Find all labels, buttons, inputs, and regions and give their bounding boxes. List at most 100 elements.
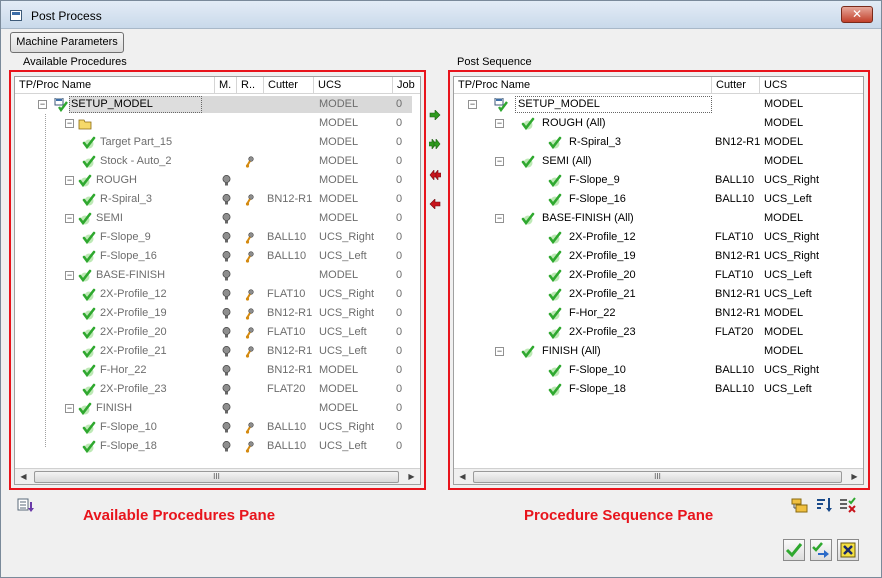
collapse-toggle-icon[interactable]: − xyxy=(65,176,74,185)
close-button[interactable]: ✕ xyxy=(841,6,873,23)
toolpath-icon xyxy=(245,251,254,263)
procedure-name: SEMI (All) xyxy=(542,155,592,167)
machine-bulb-icon xyxy=(222,270,231,281)
tree-row[interactable]: − ROUGH MODEL 0 xyxy=(15,171,420,190)
tree-row[interactable]: − SETUP_MODEL MODEL 0 xyxy=(15,95,420,114)
job-value: 0 xyxy=(396,345,403,357)
tree-row[interactable]: − BASE-FINISH (All) MODEL xyxy=(454,209,863,228)
column-header-ucs[interactable]: UCS xyxy=(314,77,393,94)
tree-row[interactable]: − SEMI (All) MODEL xyxy=(454,152,863,171)
post-sequence-list[interactable]: TP/Proc Name Cutter UCS − SETUP_MODEL MODE… xyxy=(453,76,864,485)
tree-row[interactable]: 2X-Profile_20 FLAT10 UCS_Left 0 xyxy=(15,323,420,342)
machine-parameters-button[interactable]: Machine Parameters xyxy=(10,32,124,53)
left-horizontal-scrollbar[interactable]: ◀ III ▶ xyxy=(15,468,420,484)
procedure-name: R-Spiral_3 xyxy=(569,136,621,148)
tree-row[interactable]: F-Slope_16 BALL10 UCS_Left 0 xyxy=(15,247,420,266)
tree-row[interactable]: 2X-Profile_19 BN12-R1 UCS_Right xyxy=(454,247,863,266)
check-remove-icon[interactable] xyxy=(839,497,857,513)
ucs-value: UCS_Left xyxy=(319,326,367,338)
tree-row[interactable]: − SETUP_MODEL MODEL xyxy=(454,95,863,114)
check-icon xyxy=(548,136,562,150)
tree-row[interactable]: 2X-Profile_21 BN12-R1 UCS_Left xyxy=(454,285,863,304)
tree-row[interactable]: F-Slope_9 BALL10 UCS_Right 0 xyxy=(15,228,420,247)
collapse-toggle-icon[interactable]: − xyxy=(38,100,47,109)
tree-row[interactable]: − FINISH (All) MODEL xyxy=(454,342,863,361)
collapse-toggle-icon[interactable]: − xyxy=(495,157,504,166)
tree-row[interactable]: − ROUGH (All) MODEL xyxy=(454,114,863,133)
column-header-name[interactable]: TP/Proc Name xyxy=(15,77,215,94)
ok-button[interactable] xyxy=(783,539,805,561)
job-value: 0 xyxy=(396,117,403,129)
tree-row[interactable]: F-Slope_10 BALL10 UCS_Right xyxy=(454,361,863,380)
collapse-toggle-icon[interactable]: − xyxy=(495,119,504,128)
toolpath-icon xyxy=(245,194,254,206)
tree-row[interactable]: F-Slope_18 BALL10 UCS_Left xyxy=(454,380,863,399)
procedure-name: Stock - Auto_2 xyxy=(100,155,172,167)
machine-bulb-icon xyxy=(222,213,231,224)
right-horizontal-scrollbar[interactable]: ◀ III ▶ xyxy=(454,468,863,484)
check-icon xyxy=(82,364,96,378)
column-header-r[interactable]: R.. xyxy=(237,77,264,94)
tree-row[interactable]: − SEMI MODEL 0 xyxy=(15,209,420,228)
scroll-thumb[interactable]: III xyxy=(473,471,842,483)
tree-row[interactable]: 2X-Profile_23 FLAT20 MODEL 0 xyxy=(15,380,420,399)
tree-row[interactable]: 2X-Profile_12 FLAT10 UCS_Right 0 xyxy=(15,285,420,304)
tree-row[interactable]: F-Slope_18 BALL10 UCS_Left 0 xyxy=(15,437,420,456)
column-header-cutter[interactable]: Cutter xyxy=(712,77,760,94)
tree-row[interactable]: F-Slope_10 BALL10 UCS_Right 0 xyxy=(15,418,420,437)
cutter-value: FLAT10 xyxy=(715,231,754,243)
column-header-m[interactable]: M. xyxy=(215,77,237,94)
export-list-icon[interactable] xyxy=(17,497,35,513)
collapse-toggle-icon[interactable]: − xyxy=(468,100,477,109)
apply-button[interactable] xyxy=(810,539,832,561)
column-header-cutter[interactable]: Cutter xyxy=(264,77,314,94)
add-all-arrow-icon[interactable] xyxy=(429,139,441,149)
column-header-ucs[interactable]: UCS xyxy=(760,77,863,94)
cutter-value: BALL10 xyxy=(715,383,755,395)
remove-arrow-icon[interactable] xyxy=(429,199,441,209)
remove-all-arrow-icon[interactable] xyxy=(429,170,441,180)
sort-icon[interactable] xyxy=(815,497,833,513)
tree-row[interactable]: F-Hor_22 BN12-R1 MODEL xyxy=(454,304,863,323)
tree-row[interactable]: − FINISH MODEL 0 xyxy=(15,399,420,418)
tree-row[interactable]: F-Slope_9 BALL10 UCS_Right xyxy=(454,171,863,190)
tree-row[interactable]: R-Spiral_3 BN12-R1 MODEL 0 xyxy=(15,190,420,209)
column-header-job[interactable]: Job xyxy=(393,77,420,94)
tree-row[interactable]: Target Part_15 MODEL 0 xyxy=(15,133,420,152)
scroll-left-arrow-icon[interactable]: ◀ xyxy=(15,469,32,484)
job-value: 0 xyxy=(396,98,403,110)
collapse-toggle-icon[interactable]: − xyxy=(65,214,74,223)
tree-row[interactable]: − BASE-FINISH MODEL 0 xyxy=(15,266,420,285)
available-procedures-list[interactable]: TP/Proc Name M. R.. Cutter UCS Job − SETU… xyxy=(14,76,421,485)
tree-row[interactable]: 2X-Profile_19 BN12-R1 UCS_Right 0 xyxy=(15,304,420,323)
tree-row[interactable]: 2X-Profile_12 FLAT10 UCS_Right xyxy=(454,228,863,247)
tree-row[interactable]: Stock - Auto_2 MODEL 0 xyxy=(15,152,420,171)
collapse-toggle-icon[interactable]: − xyxy=(495,214,504,223)
collapse-toggle-icon[interactable]: − xyxy=(65,119,74,128)
collapse-toggle-icon[interactable]: − xyxy=(65,271,74,280)
column-header-name[interactable]: TP/Proc Name xyxy=(454,77,712,94)
cutter-value xyxy=(715,152,763,171)
check-icon xyxy=(78,212,92,226)
cutter-value xyxy=(715,342,763,361)
tree-row[interactable]: R-Spiral_3 BN12-R1 MODEL xyxy=(454,133,863,152)
tree-row[interactable]: F-Slope_16 BALL10 UCS_Left xyxy=(454,190,863,209)
tree-row[interactable]: 2X-Profile_20 FLAT10 UCS_Left xyxy=(454,266,863,285)
cutter-value xyxy=(267,171,315,190)
tree-row[interactable]: 2X-Profile_21 BN12-R1 UCS_Left 0 xyxy=(15,342,420,361)
tree-row[interactable]: − MODEL 0 xyxy=(15,114,420,133)
add-arrow-icon[interactable] xyxy=(429,110,441,120)
scroll-right-arrow-icon[interactable]: ▶ xyxy=(846,469,863,484)
cancel-button[interactable] xyxy=(837,539,859,561)
title-bar[interactable]: Post Process ✕ xyxy=(1,1,881,29)
cutter-value: BN12-R1 xyxy=(267,345,313,357)
cutter-value xyxy=(267,266,315,285)
scroll-right-arrow-icon[interactable]: ▶ xyxy=(403,469,420,484)
folder-tree-icon[interactable] xyxy=(791,497,809,513)
collapse-toggle-icon[interactable]: − xyxy=(495,347,504,356)
tree-row[interactable]: 2X-Profile_23 FLAT20 MODEL xyxy=(454,323,863,342)
scroll-thumb[interactable]: III xyxy=(34,471,399,483)
collapse-toggle-icon[interactable]: − xyxy=(65,404,74,413)
scroll-left-arrow-icon[interactable]: ◀ xyxy=(454,469,471,484)
tree-row[interactable]: F-Hor_22 BN12-R1 MODEL 0 xyxy=(15,361,420,380)
